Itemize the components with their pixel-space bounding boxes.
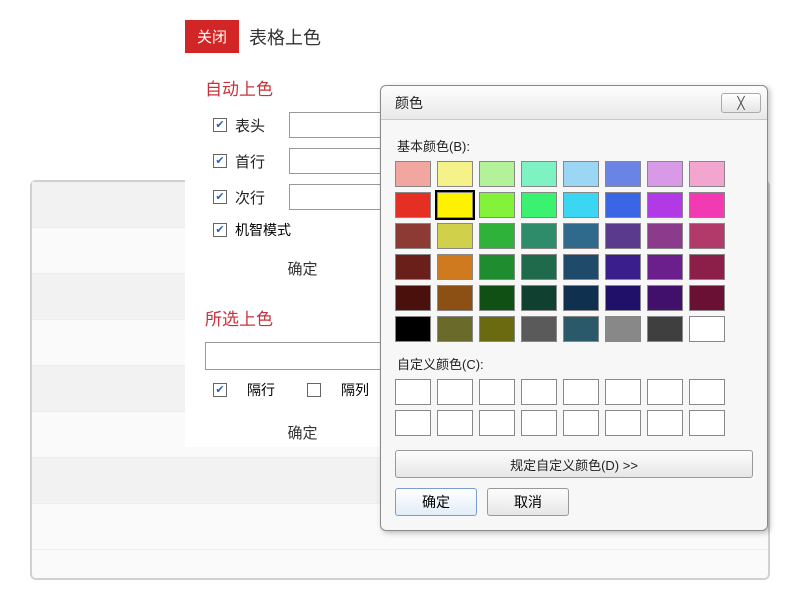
close-icon[interactable]: ╳: [721, 93, 761, 113]
color-swatch[interactable]: [437, 316, 473, 342]
color-swatch[interactable]: [437, 285, 473, 311]
color-swatch[interactable]: [479, 161, 515, 187]
custom-color-slot[interactable]: [605, 379, 641, 405]
custom-color-grid: [395, 379, 753, 436]
color-swatch[interactable]: [605, 316, 641, 342]
color-swatch[interactable]: [395, 316, 431, 342]
custom-color-slot[interactable]: [647, 379, 683, 405]
define-custom-button[interactable]: 规定自定义颜色(D) >>: [395, 450, 753, 478]
label-smart: 机智模式: [235, 220, 291, 240]
cancel-button[interactable]: 取消: [487, 488, 569, 516]
custom-color-slot[interactable]: [395, 379, 431, 405]
custom-color-slot[interactable]: [689, 410, 725, 436]
color-swatch[interactable]: [521, 316, 557, 342]
custom-color-slot[interactable]: [395, 410, 431, 436]
checkbox-second-row[interactable]: [213, 190, 227, 204]
confirm-auto-button[interactable]: 确定: [287, 254, 317, 283]
label-alt-row: 隔行: [247, 380, 275, 400]
color-swatch[interactable]: [395, 223, 431, 249]
color-swatch[interactable]: [563, 223, 599, 249]
custom-color-slot[interactable]: [605, 410, 641, 436]
label-first-row: 首行: [235, 151, 285, 172]
custom-colors-label: 自定义颜色(C):: [397, 354, 753, 373]
color-swatch[interactable]: [521, 254, 557, 280]
color-swatch[interactable]: [479, 254, 515, 280]
color-swatch[interactable]: [521, 161, 557, 187]
panel-title: 表格上色: [249, 24, 321, 50]
color-swatch[interactable]: [647, 316, 683, 342]
custom-color-slot[interactable]: [521, 379, 557, 405]
label-second-row: 次行: [235, 187, 285, 208]
basic-colors-label: 基本颜色(B):: [397, 136, 753, 155]
color-swatch[interactable]: [395, 254, 431, 280]
color-swatch[interactable]: [689, 161, 725, 187]
checkbox-alt-row[interactable]: [213, 383, 227, 397]
color-swatch[interactable]: [437, 161, 473, 187]
color-swatch[interactable]: [479, 223, 515, 249]
color-swatch[interactable]: [395, 285, 431, 311]
color-swatch[interactable]: [479, 285, 515, 311]
color-swatch[interactable]: [647, 285, 683, 311]
color-swatch[interactable]: [605, 192, 641, 218]
color-swatch[interactable]: [479, 316, 515, 342]
color-swatch[interactable]: [437, 223, 473, 249]
custom-color-slot[interactable]: [563, 410, 599, 436]
color-swatch[interactable]: [605, 223, 641, 249]
dialog-title: 颜色: [395, 93, 423, 113]
checkbox-alt-col[interactable]: [307, 383, 321, 397]
color-swatch[interactable]: [647, 161, 683, 187]
color-swatch[interactable]: [689, 285, 725, 311]
color-swatch[interactable]: [689, 192, 725, 218]
color-swatch[interactable]: [647, 223, 683, 249]
color-dialog: 颜色 ╳ 基本颜色(B): 自定义颜色(C): 规定自定义颜色(D) >> 确定…: [380, 85, 768, 531]
close-button[interactable]: 关闭: [185, 20, 239, 53]
color-swatch[interactable]: [563, 254, 599, 280]
color-swatch[interactable]: [605, 285, 641, 311]
color-swatch[interactable]: [563, 192, 599, 218]
color-swatch[interactable]: [395, 192, 431, 218]
color-swatch[interactable]: [437, 254, 473, 280]
ok-button[interactable]: 确定: [395, 488, 477, 516]
custom-color-slot[interactable]: [479, 379, 515, 405]
color-swatch[interactable]: [605, 161, 641, 187]
color-swatch[interactable]: [689, 316, 725, 342]
color-swatch[interactable]: [479, 192, 515, 218]
checkbox-header[interactable]: [213, 118, 227, 132]
checkbox-smart[interactable]: [213, 223, 227, 237]
basic-color-grid: [395, 161, 753, 342]
label-alt-col: 隔列: [341, 380, 369, 400]
color-swatch[interactable]: [647, 192, 683, 218]
color-swatch[interactable]: [521, 223, 557, 249]
custom-color-slot[interactable]: [563, 379, 599, 405]
color-swatch[interactable]: [605, 254, 641, 280]
custom-color-slot[interactable]: [437, 410, 473, 436]
color-swatch[interactable]: [521, 192, 557, 218]
custom-color-slot[interactable]: [647, 410, 683, 436]
custom-color-slot[interactable]: [479, 410, 515, 436]
color-swatch[interactable]: [437, 192, 473, 218]
color-swatch[interactable]: [521, 285, 557, 311]
label-header: 表头: [235, 115, 285, 136]
custom-color-slot[interactable]: [437, 379, 473, 405]
confirm-selected-button[interactable]: 确定: [287, 418, 317, 447]
custom-color-slot[interactable]: [521, 410, 557, 436]
color-swatch[interactable]: [689, 254, 725, 280]
custom-color-slot[interactable]: [689, 379, 725, 405]
color-swatch[interactable]: [395, 161, 431, 187]
color-swatch[interactable]: [689, 223, 725, 249]
color-swatch[interactable]: [563, 316, 599, 342]
color-swatch[interactable]: [647, 254, 683, 280]
color-swatch[interactable]: [563, 285, 599, 311]
color-swatch[interactable]: [563, 161, 599, 187]
dialog-titlebar[interactable]: 颜色 ╳: [381, 86, 767, 120]
checkbox-first-row[interactable]: [213, 154, 227, 168]
